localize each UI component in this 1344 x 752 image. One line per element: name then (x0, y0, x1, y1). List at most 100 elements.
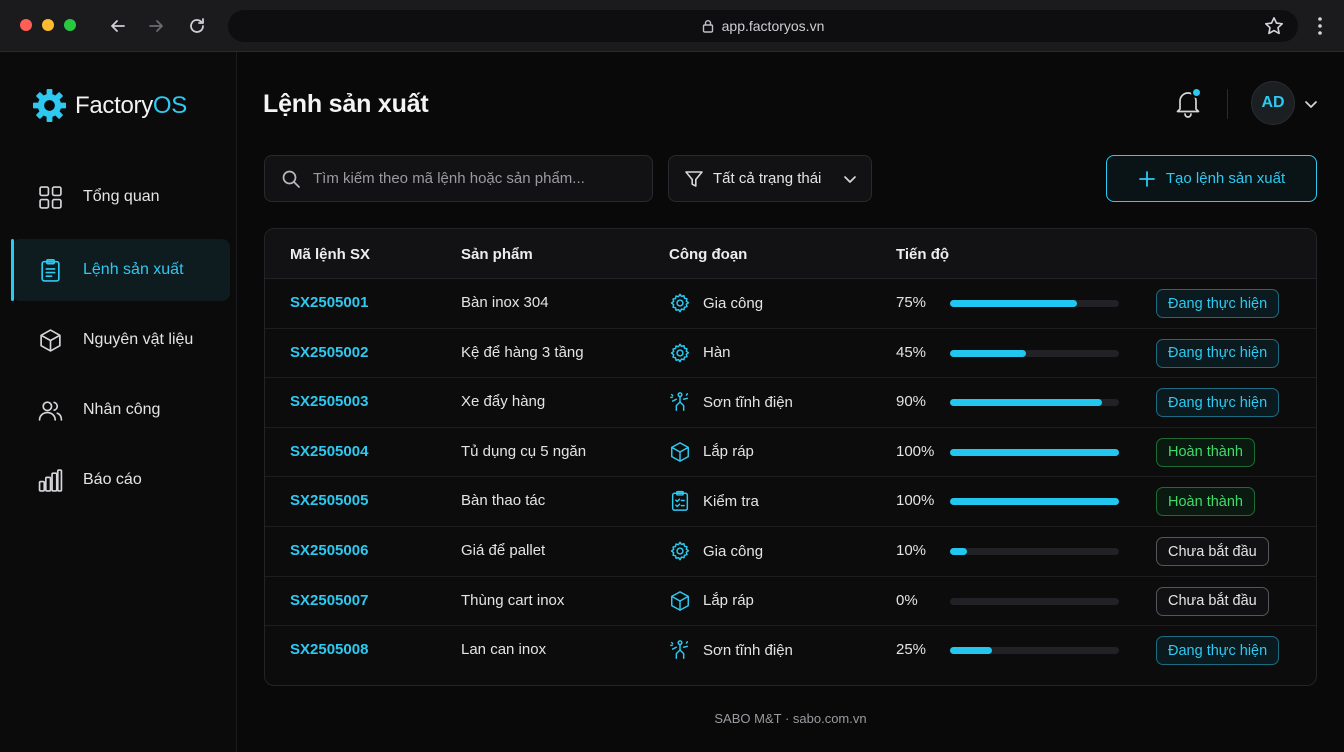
column-header-code[interactable]: Mã lệnh SX (290, 246, 370, 263)
sidebar-item-materials[interactable]: Nguyên vật liệu (12, 309, 230, 371)
logo-text: FactoryOS (75, 92, 187, 120)
progress-percent: 0% (896, 591, 918, 609)
search-input[interactable] (313, 170, 633, 187)
sidebar-item-reports[interactable]: Báo cáo (12, 449, 230, 511)
progress-bar-fill (950, 647, 993, 655)
minimize-window-button[interactable] (42, 19, 54, 31)
status-badge: Đang thực hiện (1156, 636, 1280, 666)
stage-cell: Sơn tĩnh điện (669, 391, 793, 413)
product-name: Bàn inox 304 (461, 294, 549, 311)
chevron-down-icon (844, 175, 856, 183)
more-vertical-icon (1318, 17, 1322, 35)
table-row[interactable]: SX2505007 Thùng cart inox Lắp ráp 0% Chưa bắ… (265, 577, 1316, 627)
stage-name: Lắp ráp (703, 443, 754, 461)
spray-icon (669, 639, 691, 661)
progress-bar-fill (950, 498, 1119, 506)
browser-chrome: app.factoryos.vn (0, 0, 1344, 52)
forward-button[interactable] (144, 14, 168, 38)
product-name: Xe đẩy hàng (461, 393, 546, 411)
order-code-link[interactable]: SX2505008 (290, 641, 368, 658)
stage-name: Sơn tĩnh điện (703, 393, 793, 411)
stage-cell: Gia công (669, 292, 763, 314)
order-code-link[interactable]: SX2505002 (290, 344, 368, 361)
box-icon (40, 328, 61, 352)
order-code-link[interactable]: SX2505003 (290, 393, 368, 410)
table-row[interactable]: SX2505006 Giá để pallet Gia công 10% Chưa bắ… (265, 527, 1316, 577)
progress-percent: 10% (896, 542, 927, 559)
clipboard-icon (41, 258, 60, 282)
status-badge: Đang thực hiện (1156, 388, 1280, 418)
status-filter-dropdown[interactable]: Tất cả trạng thái (668, 155, 872, 202)
table-row[interactable]: SX2505008 Lan can inox Sơn tĩnh điện 25% Đan… (265, 626, 1316, 676)
close-window-button[interactable] (20, 19, 32, 31)
account-menu-toggle[interactable] (1303, 97, 1319, 115)
progress-bar (950, 448, 1119, 456)
stage-cell: Gia công (669, 540, 763, 562)
address-bar[interactable]: app.factoryos.vn (228, 10, 1298, 42)
gear-icon (669, 540, 691, 562)
product-name: Thùng cart inox (461, 591, 565, 609)
table-row[interactable]: SX2505001 Bàn inox 304 Gia công 75% Đang thự… (265, 279, 1316, 329)
progress-bar (950, 349, 1119, 357)
order-code-link[interactable]: SX2505006 (290, 542, 368, 559)
logo[interactable]: FactoryOS (32, 88, 187, 123)
progress-bar (950, 548, 1119, 555)
stage-cell: Hàn (669, 342, 731, 364)
checklist-icon (669, 490, 691, 512)
sidebar-item-label: Nhân công (83, 401, 161, 418)
filter-icon (685, 170, 703, 187)
browser-menu-button[interactable] (1310, 15, 1330, 42)
create-production-order-button[interactable]: Tạo lệnh sản xuất (1106, 155, 1317, 202)
column-header-product[interactable]: Sản phẩm (461, 246, 533, 263)
product-name: Kệ để hàng 3 tầng (461, 343, 584, 361)
table-row[interactable]: SX2505004 Tủ dụng cụ 5 ngăn Lắp ráp 100% Hoà… (265, 428, 1316, 478)
table-row[interactable]: SX2505003 Xe đẩy hàng Sơn tĩnh điện 90% Đang… (265, 378, 1316, 428)
bookmark-button[interactable] (1263, 15, 1285, 42)
sidebar-item-workers[interactable]: Nhân công (12, 379, 230, 441)
progress-bar (950, 647, 1119, 655)
reload-button[interactable] (185, 14, 209, 38)
spray-icon (669, 391, 691, 413)
production-orders-table: Mã lệnh SX Sản phẩm Công đoạn Tiến độ SX… (264, 228, 1317, 686)
stage-name: Lắp ráp (703, 592, 754, 610)
order-code-link[interactable]: SX2505005 (290, 492, 368, 509)
sidebar-item-label: Báo cáo (83, 471, 142, 488)
column-header-stage[interactable]: Công đoạn (669, 246, 747, 263)
create-button-label: Tạo lệnh sản xuất (1165, 170, 1286, 187)
progress-percent: 25% (896, 641, 927, 659)
table-row[interactable]: SX2505002 Kệ để hàng 3 tầng Hàn 45% Đang thự… (265, 329, 1316, 379)
stage-name: Sơn tĩnh điện (703, 641, 793, 659)
table-row[interactable]: SX2505005 Bàn thao tác Kiểm tra 100% Hoàn th… (265, 477, 1316, 527)
box-icon (669, 590, 691, 612)
gear-icon (669, 342, 691, 364)
progress-bar (950, 399, 1119, 407)
progress-bar-fill (950, 300, 1077, 307)
header-divider (1227, 89, 1228, 119)
avatar-initials: AD (1261, 94, 1285, 111)
status-badge: Đang thực hiện (1156, 338, 1280, 368)
maximize-window-button[interactable] (64, 19, 76, 31)
sidebar-item-label: Nguyên vật liệu (83, 331, 194, 348)
search-icon (282, 170, 300, 188)
avatar[interactable]: AD (1251, 81, 1295, 125)
product-name: Giá để pallet (461, 542, 546, 559)
chevron-down-icon (1305, 101, 1317, 108)
progress-percent: 100% (896, 492, 935, 510)
order-code-link[interactable]: SX2505004 (290, 443, 368, 460)
reload-icon (190, 18, 204, 33)
search-box[interactable] (264, 155, 653, 202)
status-filter-label: Tất cả trạng thái (713, 170, 822, 187)
gear-logo-icon (32, 88, 67, 123)
sidebar-item-production-orders[interactable]: Lệnh sản xuất (11, 239, 230, 301)
order-code-link[interactable]: SX2505007 (290, 592, 368, 609)
product-name: Bàn thao tác (461, 492, 546, 510)
box-icon (669, 441, 691, 463)
sidebar-item-overview[interactable]: Tổng quan (12, 166, 230, 228)
logo-prefix: Factory (75, 91, 153, 119)
column-header-progress[interactable]: Tiến độ (896, 246, 949, 263)
order-code-link[interactable]: SX2505001 (290, 294, 368, 311)
status-badge: Đang thực hiện (1156, 289, 1280, 318)
plus-icon (1138, 170, 1155, 187)
back-button[interactable] (106, 14, 130, 38)
stage-name: Kiểm tra (703, 492, 759, 510)
